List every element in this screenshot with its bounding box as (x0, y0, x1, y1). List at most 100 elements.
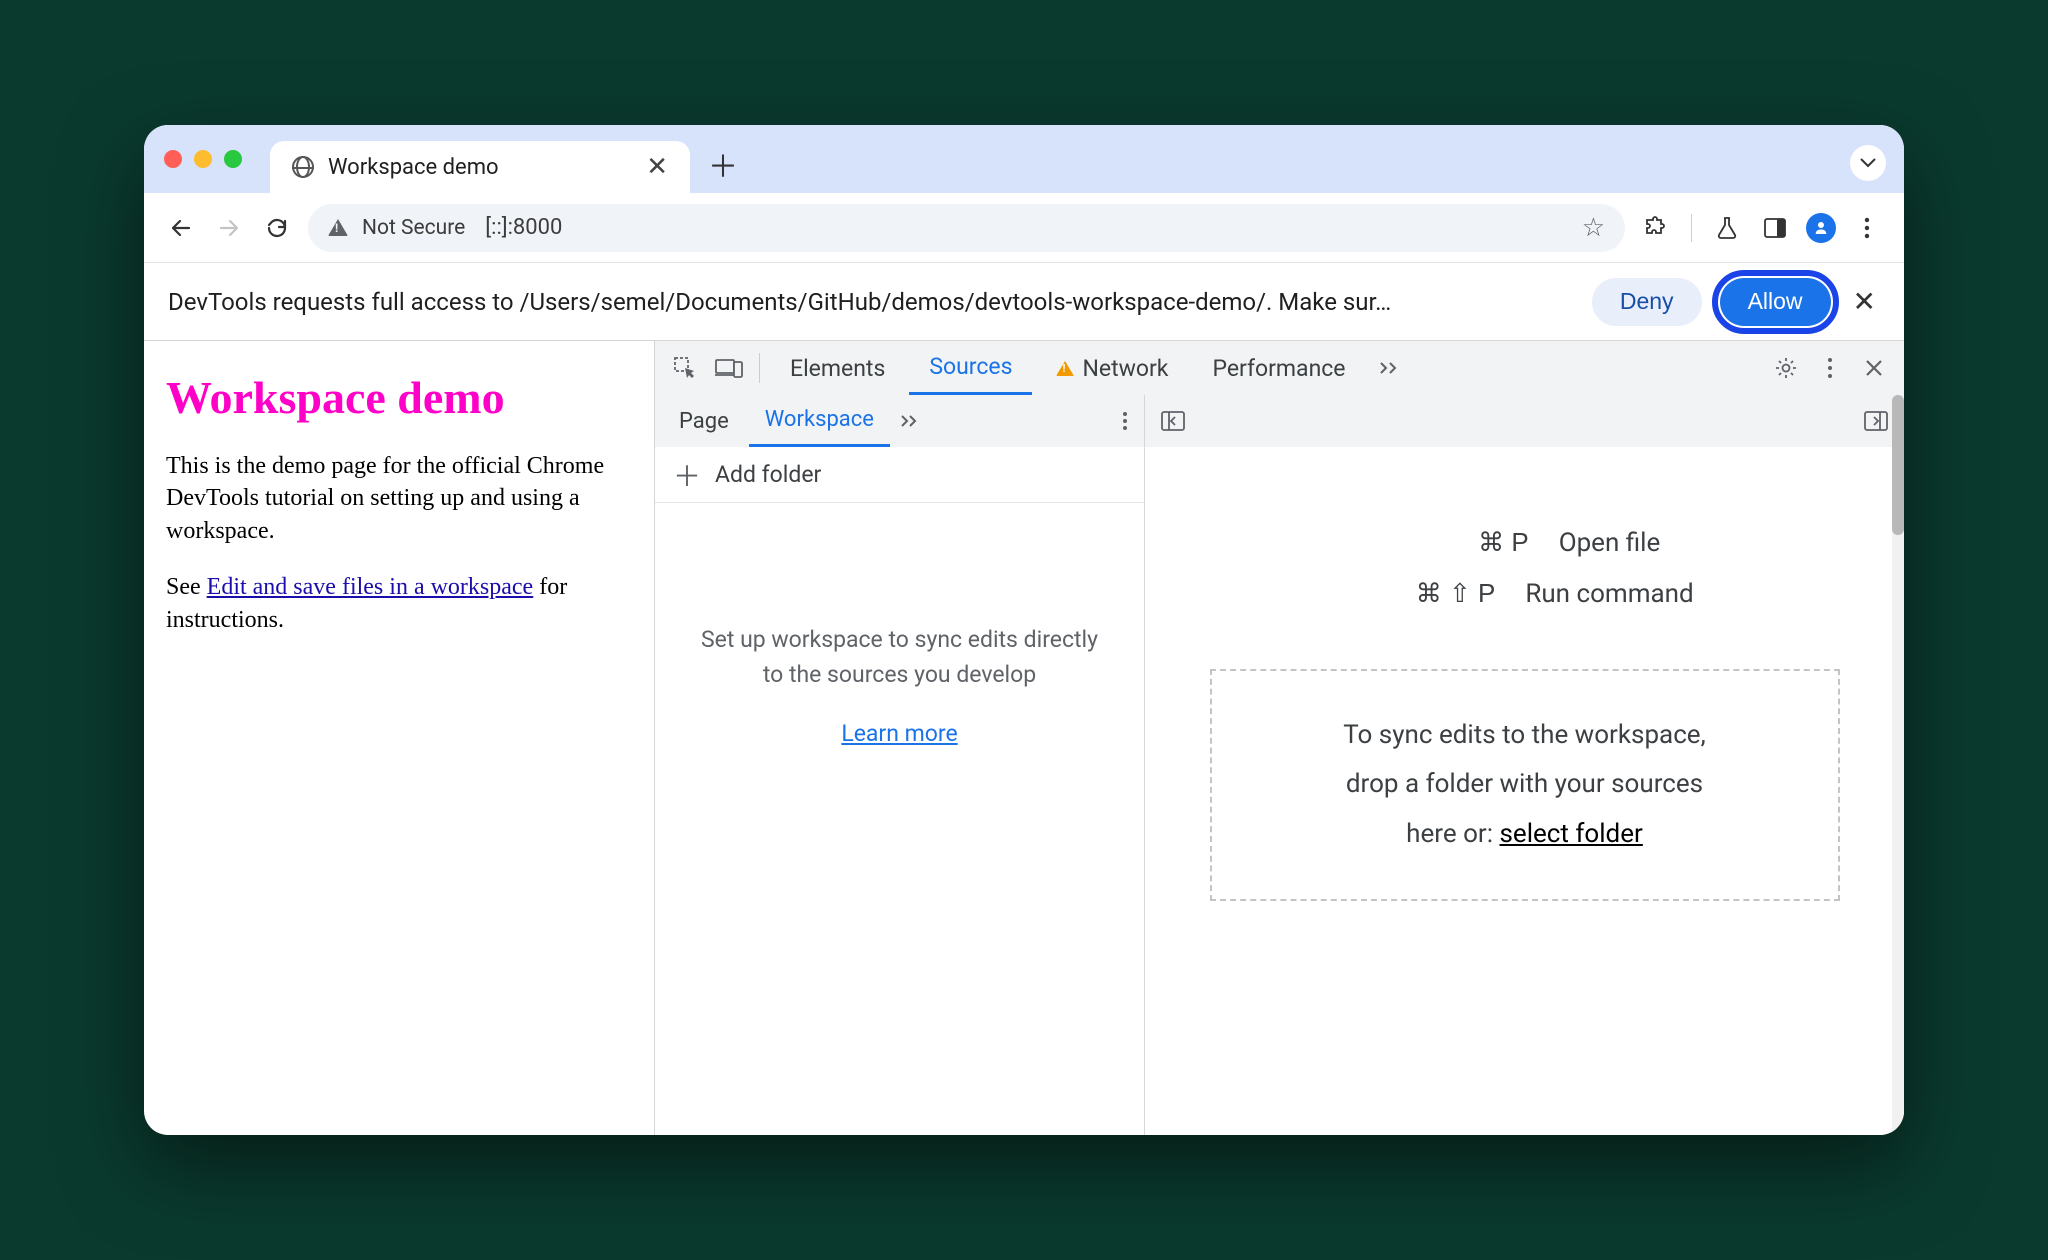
panel-right-icon (1864, 411, 1888, 431)
shortcut-label: Run command (1525, 579, 1693, 609)
warning-icon (1056, 361, 1074, 376)
shortcut-keys: ⌘ ⇧ P (1355, 578, 1495, 609)
security-label: Not Secure (362, 216, 465, 240)
address-bar[interactable]: Not Secure [::]:8000 ☆ (308, 204, 1625, 252)
browser-tab[interactable]: Workspace demo ✕ (270, 141, 690, 193)
workspace-tutorial-link[interactable]: Edit and save files in a workspace (207, 574, 534, 600)
tab-title: Workspace demo (328, 155, 499, 180)
dots-vertical-icon (1864, 216, 1870, 240)
nav-kebab-button[interactable] (1114, 411, 1136, 431)
nav-more-tabs-button[interactable] (900, 414, 920, 428)
chevrons-right-icon (900, 414, 920, 428)
gear-icon (1774, 356, 1798, 380)
permission-message: DevTools requests full access to /Users/… (168, 288, 1574, 316)
puzzle-icon (1644, 216, 1668, 240)
show-navigator-button[interactable] (1155, 403, 1191, 439)
devtools-settings-button[interactable] (1766, 348, 1806, 388)
shortcut-run-command: ⌘ ⇧ P Run command (1355, 578, 1693, 609)
arrow-left-icon (169, 216, 193, 240)
add-folder-label: Add folder (715, 461, 821, 488)
devtools-menu-button[interactable] (1810, 348, 1850, 388)
dropzone-line-1: To sync edits to the workspace, (1242, 711, 1808, 760)
editor-pane: ⌘ P Open file ⌘ ⇧ P Run command To sync … (1145, 395, 1904, 1135)
panel-icon (1763, 217, 1787, 239)
arrow-right-icon (217, 216, 241, 240)
editor-toolbar (1145, 395, 1904, 447)
scrollbar-thumb[interactable] (1892, 395, 1904, 535)
new-tab-button[interactable]: ＋ (708, 142, 738, 186)
dots-vertical-icon (1827, 357, 1833, 379)
tab-network[interactable]: Network (1036, 341, 1188, 395)
back-button[interactable] (164, 211, 198, 245)
person-icon (1812, 219, 1830, 237)
reload-icon (265, 216, 289, 240)
select-folder-link[interactable]: select folder (1499, 819, 1642, 849)
shortcut-keys: ⌘ P (1389, 527, 1529, 558)
close-icon (1865, 359, 1883, 377)
reload-button[interactable] (260, 211, 294, 245)
globe-icon (292, 156, 314, 178)
profile-button[interactable] (1806, 213, 1836, 243)
forward-button[interactable] (212, 211, 246, 245)
nav-tab-page[interactable]: Page (663, 395, 745, 447)
tab-elements[interactable]: Elements (770, 341, 905, 395)
flask-icon (1716, 216, 1738, 240)
permission-close-button[interactable]: ✕ (1849, 285, 1880, 318)
dots-vertical-icon (1122, 411, 1128, 431)
page-paragraph-2: See Edit and save files in a workspace f… (166, 571, 636, 636)
inspect-element-button[interactable] (665, 348, 705, 388)
chevron-down-icon (1860, 158, 1876, 168)
more-tabs-button[interactable] (1370, 348, 1410, 388)
page-content: Workspace demo This is the demo page for… (144, 341, 654, 1135)
page-heading: Workspace demo (166, 371, 636, 424)
p2-prefix: See (166, 574, 207, 600)
permission-allow-button[interactable]: Allow (1720, 278, 1831, 326)
tab-performance[interactable]: Performance (1192, 341, 1365, 395)
sources-panel: Page Workspace ＋ Add folder (655, 395, 1904, 1135)
learn-more-link[interactable]: Learn more (841, 720, 957, 747)
chevrons-right-icon (1379, 361, 1401, 375)
devices-icon (715, 357, 743, 379)
separator (1691, 214, 1692, 242)
devtools-tabstrip: Elements Sources Network Performance (655, 341, 1904, 395)
titlebar: Workspace demo ✕ ＋ (144, 125, 1904, 193)
bookmark-star-button[interactable]: ☆ (1582, 213, 1605, 243)
main-area: Workspace demo This is the demo page for… (144, 341, 1904, 1135)
show-debugger-button[interactable] (1858, 403, 1894, 439)
toolbar: Not Secure [::]:8000 ☆ (144, 193, 1904, 263)
permission-deny-button[interactable]: Deny (1592, 278, 1702, 326)
shortcut-open-file: ⌘ P Open file (1389, 527, 1661, 558)
browser-window: Workspace demo ✕ ＋ Not Secure [::]:8000 … (144, 125, 1904, 1135)
dropzone-line-3-prefix: here or: (1406, 819, 1499, 849)
add-folder-button[interactable]: ＋ Add folder (655, 447, 1144, 503)
vertical-scrollbar[interactable] (1892, 395, 1904, 1135)
side-panel-button[interactable] (1758, 211, 1792, 245)
shortcut-label: Open file (1559, 528, 1661, 558)
workspace-dropzone[interactable]: To sync edits to the workspace, drop a f… (1210, 669, 1840, 901)
devtools-close-button[interactable] (1854, 348, 1894, 388)
plus-icon: ＋ (673, 455, 701, 495)
workspace-help-text: Set up workspace to sync edits directly … (695, 623, 1104, 692)
navigator-pane: Page Workspace ＋ Add folder (655, 395, 1145, 1135)
tab-close-button[interactable]: ✕ (646, 152, 668, 182)
inspect-icon (673, 356, 697, 380)
close-window-button[interactable] (164, 150, 182, 168)
extensions-button[interactable] (1639, 211, 1673, 245)
fullscreen-window-button[interactable] (224, 150, 242, 168)
permission-bar: DevTools requests full access to /Users/… (144, 263, 1904, 341)
navigator-tabs: Page Workspace (655, 395, 1144, 447)
url-text: [::]:8000 (485, 215, 562, 240)
warning-icon (328, 219, 348, 236)
dropzone-line-2: drop a folder with your sources (1242, 760, 1808, 809)
nav-tab-workspace[interactable]: Workspace (749, 395, 890, 447)
window-controls (164, 150, 242, 168)
device-toolbar-button[interactable] (709, 348, 749, 388)
tab-sources[interactable]: Sources (909, 341, 1032, 395)
minimize-window-button[interactable] (194, 150, 212, 168)
tab-network-label: Network (1082, 355, 1168, 382)
kebab-menu-button[interactable] (1850, 211, 1884, 245)
page-paragraph-1: This is the demo page for the official C… (166, 450, 636, 547)
dropzone-line-3: here or: select folder (1242, 810, 1808, 859)
tablist-dropdown-button[interactable] (1850, 145, 1886, 181)
labs-button[interactable] (1710, 211, 1744, 245)
